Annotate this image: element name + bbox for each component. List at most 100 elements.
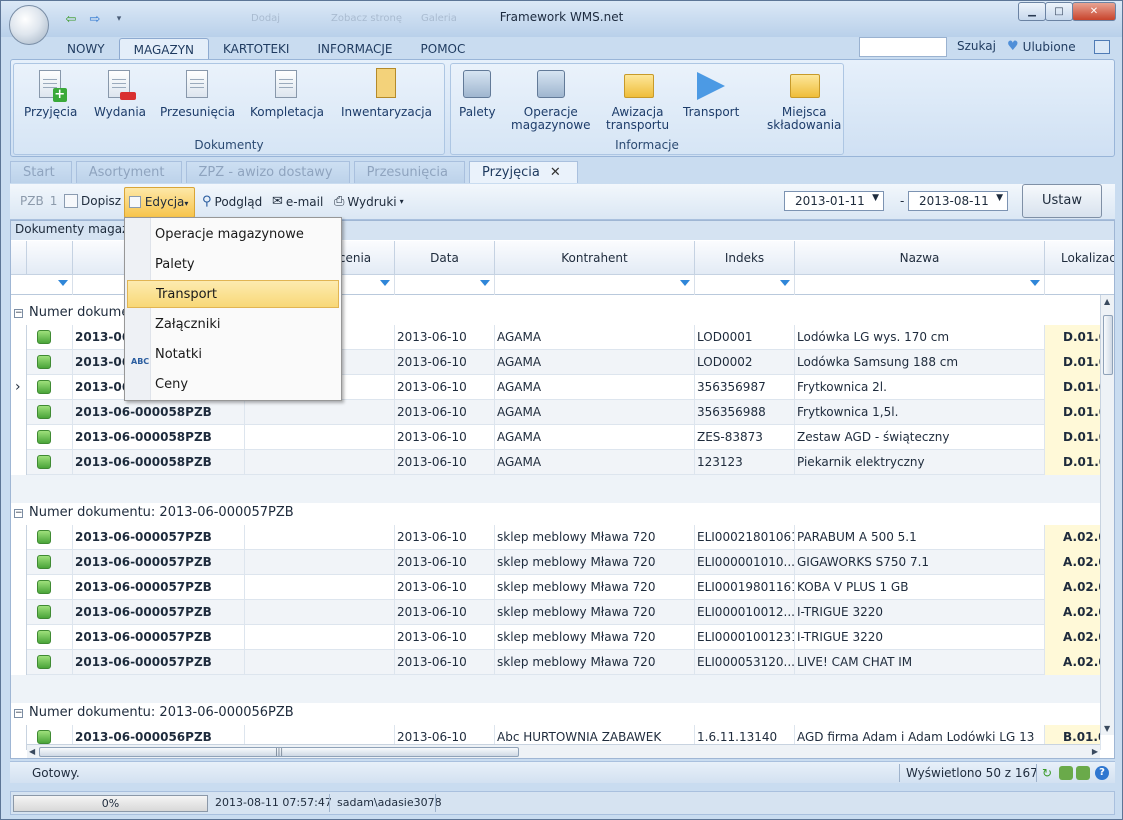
filter-icon[interactable] bbox=[680, 280, 690, 286]
vertical-scroll-thumb[interactable] bbox=[1103, 315, 1113, 375]
ustaw-button[interactable]: Ustaw bbox=[1022, 184, 1102, 218]
toolbar: PZB 1 Dopisz Edycja▾ ⚲ Podgląd ✉ e-mail … bbox=[10, 184, 1115, 220]
awizacja-transportu-button[interactable]: Awizacja transportu bbox=[606, 68, 669, 132]
menu-item-operacje-magazynowe[interactable]: Operacje magazynowe bbox=[127, 221, 339, 249]
cell-numer: 2013-06-000057PZB bbox=[73, 525, 245, 550]
progress-bar: 0% bbox=[13, 795, 208, 812]
window-layout-icon[interactable] bbox=[1094, 40, 1110, 54]
filter-icon[interactable] bbox=[58, 280, 68, 286]
tab-pomoc[interactable]: POMOC bbox=[407, 38, 480, 60]
menu-item-transport[interactable]: Transport bbox=[127, 280, 339, 308]
doc-tab-przesuniecia[interactable]: Przesunięcia bbox=[353, 161, 466, 183]
vertical-scrollbar[interactable]: ▲ ▼ bbox=[1100, 295, 1114, 735]
przyjecia-button[interactable]: + Przyjęcia bbox=[24, 68, 77, 119]
table-row[interactable]: 2013-06-000057PZB 2013-06-10 sklep meblowy… bbox=[26, 625, 1101, 650]
pzb-button[interactable]: PZB 1 bbox=[20, 194, 57, 208]
horizontal-scroll-thumb[interactable]: ||| bbox=[39, 747, 519, 757]
notatki-label: Notatki bbox=[155, 347, 202, 362]
operacje-magazynowe-button[interactable]: Operacje magazynowe bbox=[511, 68, 591, 132]
minimize-button[interactable]: ▁ bbox=[1018, 2, 1046, 21]
group-row[interactable]: − Numer dokumentu: 2013-06-000057PZB bbox=[11, 503, 1101, 525]
cell-data: 2013-06-10 bbox=[395, 450, 495, 475]
filter-icon[interactable] bbox=[1030, 280, 1040, 286]
przesuniecia-button[interactable]: Przesunięcia bbox=[160, 68, 235, 119]
filter-nazwa[interactable] bbox=[795, 275, 1045, 295]
menu-item-palety[interactable]: Palety bbox=[127, 251, 339, 279]
dropdown-arrow-icon[interactable]: ▼ bbox=[872, 193, 879, 203]
transport-ribbon-button[interactable]: Transport bbox=[683, 68, 739, 119]
col-head-nazwa[interactable]: Nazwa bbox=[795, 241, 1045, 275]
doc-tab-asortyment[interactable]: Asortyment bbox=[75, 161, 182, 183]
kompletacja-button[interactable]: Kompletacja bbox=[250, 68, 324, 119]
table-row[interactable]: 2013-06-000057PZB 2013-06-10 sklep meblowy… bbox=[26, 600, 1101, 625]
table-row[interactable]: 2013-06-000058PZB 2013-06-10 AGAMA ZES-8387… bbox=[26, 425, 1101, 450]
scroll-left-icon[interactable]: ◀ bbox=[29, 747, 35, 756]
doc-tab-przyjecia[interactable]: Przyjęcia ✕ bbox=[469, 161, 578, 183]
col-head-lokalizacja[interactable]: Lokalizacja bbox=[1045, 241, 1114, 275]
filter-data[interactable] bbox=[395, 275, 495, 295]
collapse-icon[interactable]: − bbox=[14, 709, 23, 718]
table-row[interactable]: 2013-06-000057PZB 2013-06-10 sklep meblowy… bbox=[26, 550, 1101, 575]
collapse-icon[interactable]: − bbox=[14, 309, 23, 318]
scroll-up-icon[interactable]: ▲ bbox=[1104, 297, 1110, 306]
date-from-picker[interactable]: 2013-01-11 ▼ bbox=[784, 191, 884, 211]
collapse-icon[interactable]: − bbox=[14, 509, 23, 518]
palety-button[interactable]: Palety bbox=[459, 68, 496, 119]
operacje-label-2: magazynowe bbox=[511, 118, 591, 132]
row-selector bbox=[11, 550, 27, 575]
tab-kartoteki[interactable]: KARTOTEKI bbox=[209, 38, 303, 60]
menu-item-notatki[interactable]: ABC Notatki bbox=[127, 341, 339, 369]
menu-item-ceny[interactable]: Ceny bbox=[127, 371, 339, 399]
filter-indeks[interactable] bbox=[695, 275, 795, 295]
inwentaryzacja-label: Inwentaryzacja bbox=[341, 105, 432, 119]
close-tab-icon[interactable]: ✕ bbox=[550, 165, 561, 180]
doc-tab-start[interactable]: Start bbox=[10, 161, 72, 183]
divider bbox=[899, 764, 900, 782]
search-button[interactable]: Szukaj bbox=[957, 39, 996, 53]
filter-status[interactable] bbox=[27, 275, 73, 295]
dropdown-arrow-icon[interactable]: ▼ bbox=[996, 193, 1003, 203]
application-orb-button[interactable] bbox=[9, 5, 49, 45]
import-icon[interactable] bbox=[1076, 766, 1090, 780]
search-input[interactable] bbox=[859, 37, 947, 57]
edycja-dropdown-button[interactable]: Edycja▾ bbox=[124, 187, 196, 218]
tab-informacje[interactable]: INFORMACJE bbox=[303, 38, 406, 60]
close-button[interactable]: ✕ bbox=[1072, 2, 1116, 21]
email-button[interactable]: ✉ e-mail bbox=[272, 194, 323, 209]
date-to-picker[interactable]: 2013-08-11 ▼ bbox=[908, 191, 1008, 211]
group-row[interactable]: − Numer dokumentu: 2013-06-000056PZB bbox=[11, 703, 1101, 725]
dopisz-button[interactable]: Dopisz bbox=[64, 194, 121, 208]
refresh-icon[interactable]: ↻ bbox=[1042, 766, 1056, 780]
scroll-down-icon[interactable]: ▼ bbox=[1104, 724, 1110, 733]
doc-tab-zpz[interactable]: ZPZ - awizo dostawy bbox=[185, 161, 350, 183]
col-head-indeks[interactable]: Indeks bbox=[695, 241, 795, 275]
wydruki-dropdown-button[interactable]: ⎙ Wydruki ▾ bbox=[334, 194, 404, 209]
table-row[interactable]: 2013-06-000058PZB 2013-06-10 AGAMA 35635698… bbox=[26, 400, 1101, 425]
filter-kontrahent[interactable] bbox=[495, 275, 695, 295]
help-icon[interactable]: ? bbox=[1095, 766, 1109, 780]
cell-indeks: ELI000001010... bbox=[695, 550, 795, 575]
filter-icon[interactable] bbox=[780, 280, 790, 286]
podglad-button[interactable]: ⚲ Podgląd bbox=[202, 194, 262, 209]
filter-icon[interactable] bbox=[380, 280, 390, 286]
status-ok-icon bbox=[37, 605, 51, 619]
export-icon[interactable] bbox=[1059, 766, 1073, 780]
horizontal-scrollbar[interactable]: ◀ ||| ▶ bbox=[27, 744, 1100, 758]
miejsca-skladowania-button[interactable]: Miejsca składowania bbox=[767, 68, 841, 132]
email-label: e-mail bbox=[285, 194, 324, 209]
col-head-data[interactable]: Data bbox=[395, 241, 495, 275]
tab-nowy[interactable]: NOWY bbox=[53, 38, 119, 60]
inwentaryzacja-button[interactable]: Inwentaryzacja bbox=[341, 68, 432, 119]
scroll-right-icon[interactable]: ▶ bbox=[1092, 747, 1098, 756]
table-row[interactable]: 2013-06-000057PZB 2013-06-10 sklep meblowy… bbox=[26, 525, 1101, 550]
tab-magazyn[interactable]: MAGAZYN bbox=[118, 38, 210, 60]
table-row[interactable]: 2013-06-000058PZB 2013-06-10 AGAMA 123123 Pi… bbox=[26, 450, 1101, 475]
filter-icon[interactable] bbox=[480, 280, 490, 286]
maximize-button[interactable]: □ bbox=[1045, 2, 1073, 21]
table-row[interactable]: 2013-06-000057PZB 2013-06-10 sklep meblowy… bbox=[26, 575, 1101, 600]
menu-item-zalaczniki[interactable]: Załączniki bbox=[127, 311, 339, 339]
favorites-button[interactable]: ♥ Ulubione bbox=[1007, 39, 1076, 54]
table-row[interactable]: 2013-06-000057PZB 2013-06-10 sklep meblowy… bbox=[26, 650, 1101, 675]
wydania-button[interactable]: Wydania bbox=[94, 68, 146, 119]
col-head-kontrahent[interactable]: Kontrahent bbox=[495, 241, 695, 275]
